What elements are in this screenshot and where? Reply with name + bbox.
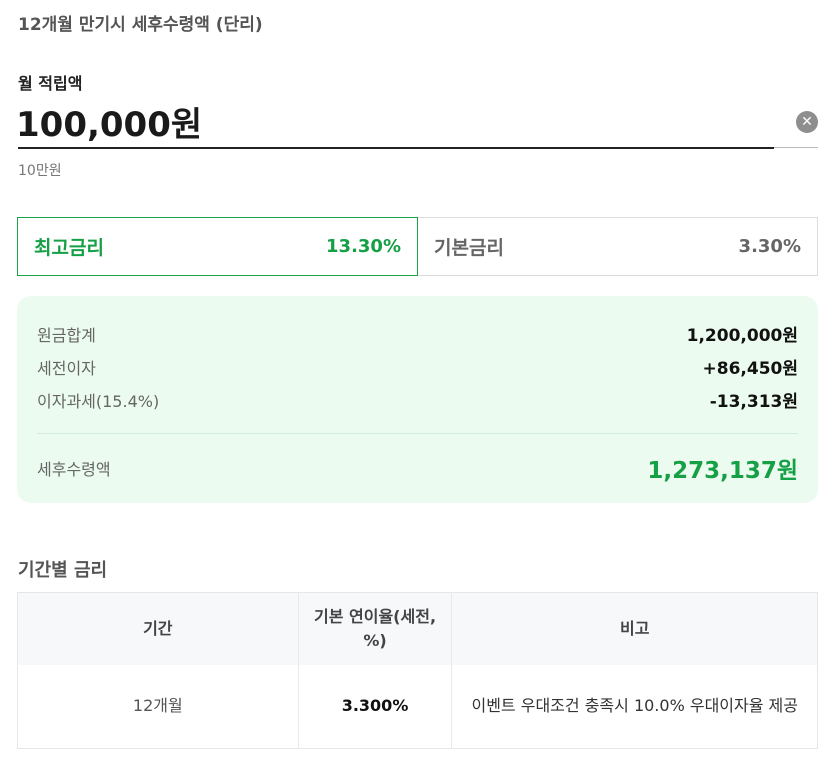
interest-tax-row: 이자과세(15.4%) -13,313원	[37, 387, 798, 413]
interest-tax-value: -13,313원	[709, 392, 798, 412]
interest-tax-label: 이자과세(15.4%)	[37, 391, 160, 411]
amount-helper-text: 10만원	[18, 163, 62, 179]
header-note: 비고	[451, 592, 818, 665]
monthly-amount-label: 월 적립액	[18, 74, 83, 93]
header-period: 기간	[17, 592, 299, 665]
table-header-row: 기간 기본 연이율(세전, %) 비고	[17, 592, 818, 665]
net-amount-value: 1,273,137원	[647, 458, 798, 484]
pretax-interest-label: 세전이자	[37, 358, 96, 378]
pretax-interest-value: +86,450원	[702, 359, 799, 379]
tab-max-rate-value: 13.30%	[326, 236, 401, 257]
clear-button[interactable]: ✕	[796, 111, 818, 133]
tab-base-rate-label: 기본금리	[434, 237, 504, 259]
tab-base-rate[interactable]: 기본금리 3.30%	[418, 217, 818, 276]
principal-row: 원금합계 1,200,000원	[37, 321, 798, 347]
net-amount-label: 세후수령액	[37, 460, 111, 479]
principal-label: 원금합계	[37, 325, 96, 345]
summary-divider	[37, 433, 798, 434]
cell-note: 이벤트 우대조건 충족시 10.0% 우대이자율 제공	[471, 696, 798, 716]
rate-tabs: 최고금리 13.30% 기본금리 3.30%	[17, 217, 818, 276]
input-underline-rest	[774, 147, 818, 148]
close-icon: ✕	[801, 114, 813, 130]
cell-rate: 3.300%	[298, 664, 453, 749]
period-rates-table: 기간 기본 연이율(세전, %) 비고 12개월 3.300% 이벤트 우대조건…	[17, 592, 818, 749]
tab-max-rate[interactable]: 최고금리 13.30%	[17, 217, 418, 276]
period-rates-title: 기간별 금리	[18, 560, 108, 581]
monthly-amount-input[interactable]	[16, 96, 776, 146]
pretax-interest-row: 세전이자 +86,450원	[37, 354, 799, 380]
principal-value: 1,200,000원	[686, 326, 798, 346]
net-amount-row: 세후수령액 1,273,137원	[37, 451, 798, 485]
tab-base-rate-value: 3.30%	[738, 236, 801, 257]
tab-max-rate-label: 최고금리	[34, 237, 104, 259]
page-title: 12개월 만기시 세후수령액 (단리)	[18, 15, 263, 35]
table-row: 12개월 3.300% 이벤트 우대조건 충족시 10.0% 우대이자율 제공	[17, 664, 818, 749]
summary-box: 원금합계 1,200,000원 세전이자 +86,450원 이자과세(15.4%…	[17, 296, 818, 503]
header-base-rate: 기본 연이율(세전, %)	[298, 592, 453, 665]
cell-period: 12개월	[17, 664, 299, 749]
input-underline	[18, 147, 774, 149]
